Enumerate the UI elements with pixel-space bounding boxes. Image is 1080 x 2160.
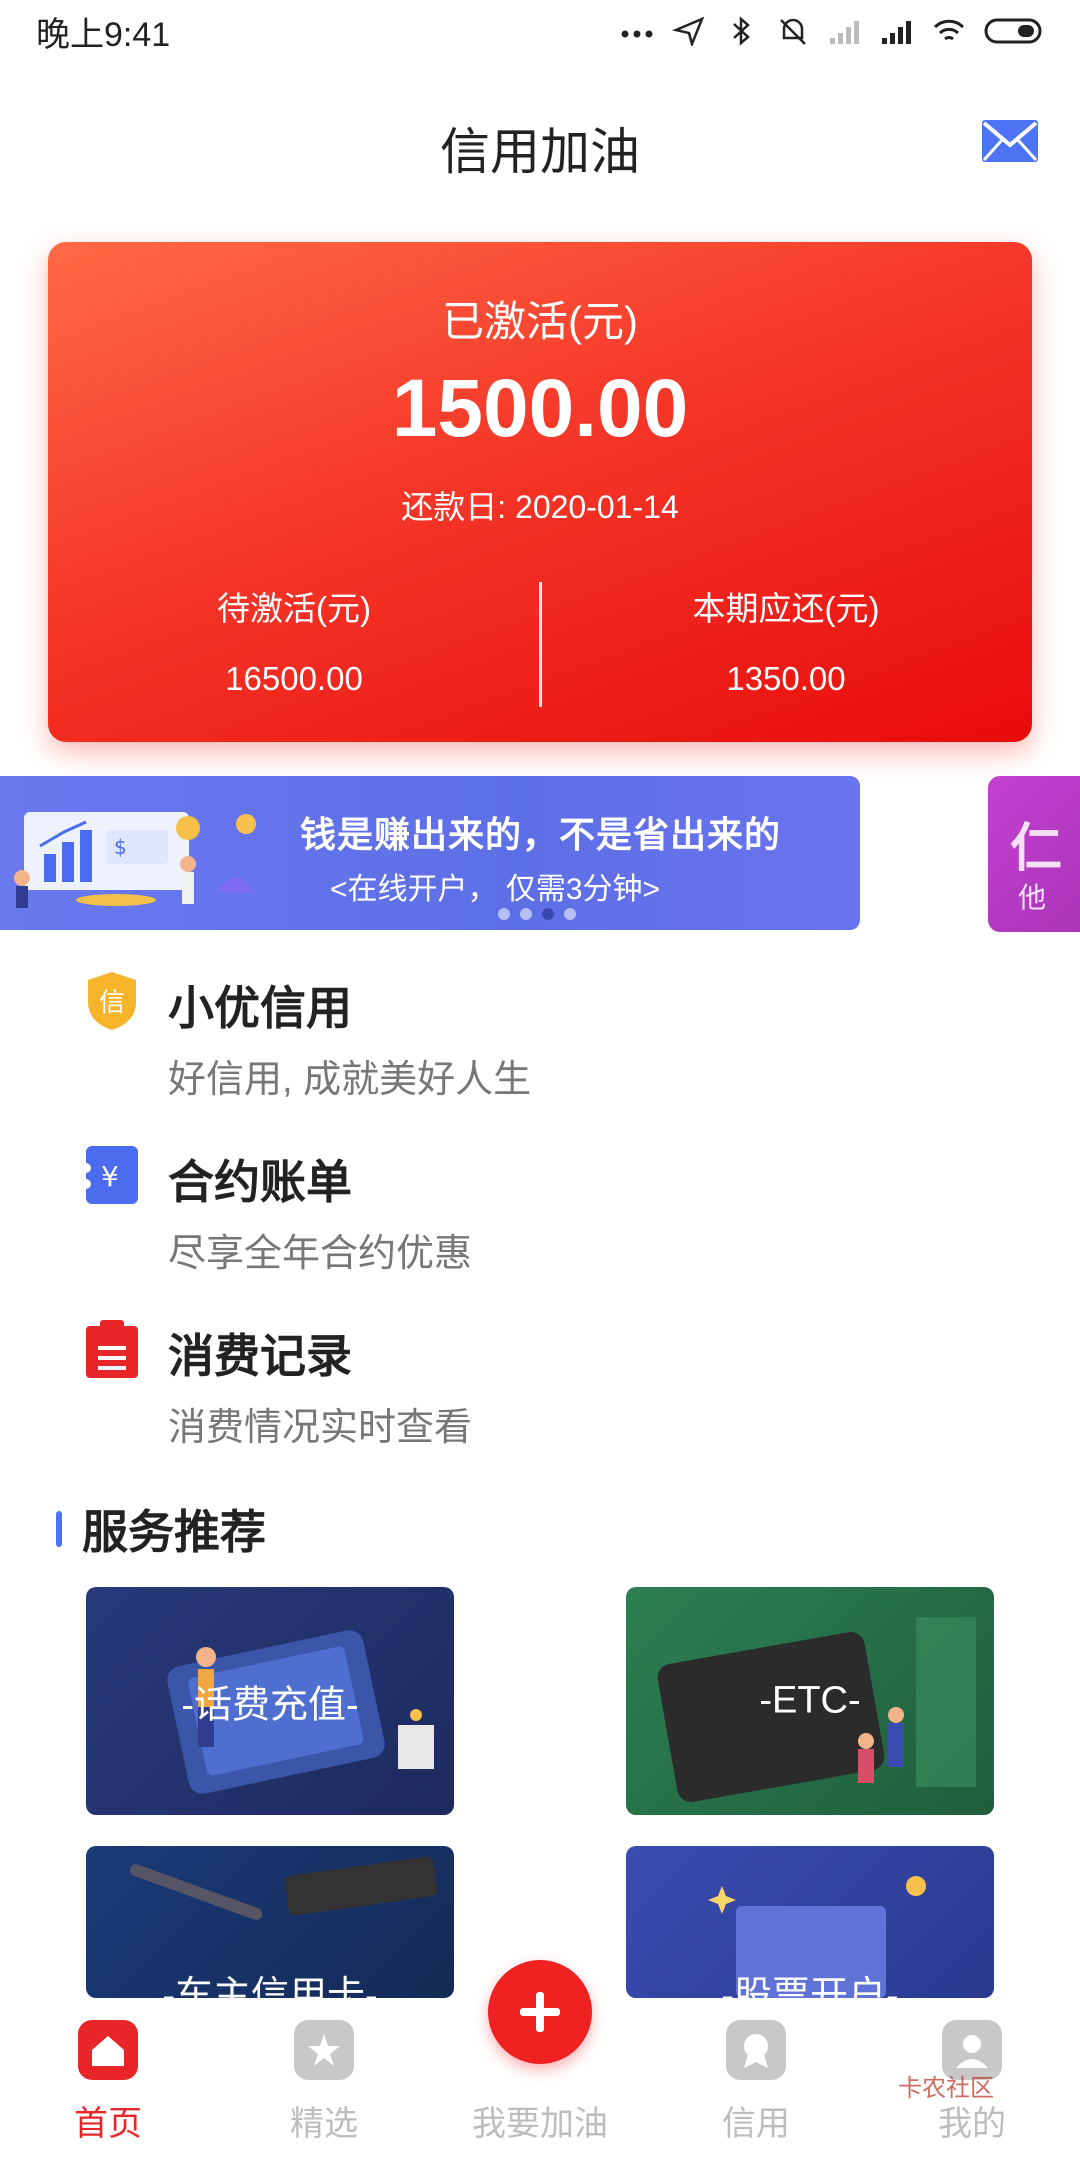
nav-label: 精选 [290, 2105, 358, 2143]
battery-icon [984, 18, 1042, 44]
carousel-dots [498, 908, 576, 920]
repay-date: 还款日: 2020-01-14 [401, 489, 679, 525]
feature-subtitle: 尽享全年合约优惠 [168, 1233, 473, 1275]
svg-text:$: $ [114, 835, 127, 859]
pending-label: 待激活(元) [217, 590, 371, 627]
nav-label: 信用 [722, 2105, 790, 2143]
activated-amount: 1500.00 [391, 363, 689, 454]
carousel-dot[interactable] [520, 908, 532, 920]
feature-contract-bill[interactable]: ¥ 合约账单 尽享全年合约优惠 [0, 1144, 1080, 1294]
header: 信用加油 [0, 62, 1080, 222]
wifi-icon [933, 19, 965, 41]
status-bar: 晚上9:41 [0, 0, 1080, 62]
record-icon [86, 1320, 138, 1378]
feature-subtitle: 好信用, 成就美好人生 [168, 1059, 532, 1101]
section-header: 服务推荐 [56, 1504, 266, 1558]
next-banner-peek[interactable]: 仁 他 [988, 776, 1080, 932]
status-time: 晚上9:41 [36, 15, 171, 54]
feature-credit[interactable]: 信 小优信用 好信用, 成就美好人生 [0, 970, 1080, 1120]
home-icon [78, 2020, 138, 2080]
service-car-owner-card[interactable]: -车主信用卡- [86, 1846, 454, 1998]
mail-icon[interactable] [980, 118, 1040, 164]
more-dots-icon [621, 30, 653, 38]
feature-subtitle: 消费情况实时查看 [168, 1407, 473, 1449]
location-icon [672, 16, 705, 46]
signal-icon [882, 21, 911, 44]
star-icon [294, 2020, 354, 2080]
nav-label: 首页 [74, 2105, 142, 2143]
service-label: -话费充值- [181, 1684, 359, 1727]
carousel-dot-active[interactable] [542, 908, 554, 920]
service-label: -车主信用卡- [162, 1975, 378, 1998]
mute-bell-icon [780, 18, 806, 45]
section-title: 服务推荐 [82, 1506, 266, 1558]
section-accent-bar [56, 1511, 62, 1547]
plus-icon [520, 1992, 560, 2032]
status-icons [620, 16, 1044, 46]
carousel-dot[interactable] [498, 908, 510, 920]
nav-featured[interactable]: 精选 [216, 1998, 432, 2160]
service-label: -ETC- [759, 1679, 861, 1722]
nav-label-add-fuel[interactable]: 我要加油 [432, 2096, 648, 2145]
current-due[interactable]: 本期应还(元) 1350.00 [540, 582, 1032, 698]
banner-illustration: $ [14, 812, 256, 908]
next-banner-text: 仁 [1010, 820, 1063, 878]
svg-text:¥: ¥ [101, 1160, 119, 1193]
service-phone-recharge[interactable]: -话费充值- [86, 1587, 454, 1815]
banner-subline: <在线开户， 仅需3分钟> [330, 873, 661, 906]
due-label: 本期应还(元) [692, 590, 880, 627]
signal-empty-icon [830, 21, 859, 44]
banner-headline: 钱是赚出来的，不是省出来的 [300, 814, 782, 855]
nav-label: 我的 [938, 2105, 1006, 2143]
service-label: -股票开户- [721, 1975, 899, 1998]
yuan-icon: ¥ [84, 1146, 138, 1204]
activated-label: 已激活(元) [442, 298, 638, 345]
svg-text:信: 信 [99, 988, 125, 1018]
feature-title: 小优信用 [168, 982, 352, 1034]
add-fuel-button[interactable] [488, 1960, 592, 2064]
service-etc[interactable]: -ETC- [626, 1587, 994, 1815]
carousel-dot[interactable] [564, 908, 576, 920]
pending-activation[interactable]: 待激活(元) 16500.00 [48, 582, 540, 698]
balance-card[interactable]: 已激活(元) 1500.00 还款日: 2020-01-14 待激活(元) 16… [48, 242, 1032, 742]
promo-banner[interactable]: $ 钱是赚出来的，不是省出来的 <在线开户， 仅需3分钟> [0, 776, 860, 930]
page-title: 信用加油 [440, 124, 640, 180]
service-stock-account[interactable]: -股票开户- [626, 1846, 994, 1998]
watermark-text: 卡农社区 [898, 2075, 994, 2102]
nav-credit[interactable]: 信用 [648, 1998, 864, 2160]
shield-icon: 信 [88, 972, 136, 1030]
next-banner-subtext: 他 [1018, 882, 1047, 913]
feature-title: 合约账单 [168, 1156, 352, 1208]
pending-value: 16500.00 [225, 660, 363, 697]
due-value: 1350.00 [726, 660, 846, 697]
feature-consumption-record[interactable]: 消费记录 消费情况实时查看 [0, 1318, 1080, 1468]
bluetooth-icon [733, 16, 750, 46]
feature-title: 消费记录 [168, 1330, 352, 1382]
medal-icon [726, 2020, 786, 2080]
nav-home[interactable]: 首页 [0, 1998, 216, 2160]
